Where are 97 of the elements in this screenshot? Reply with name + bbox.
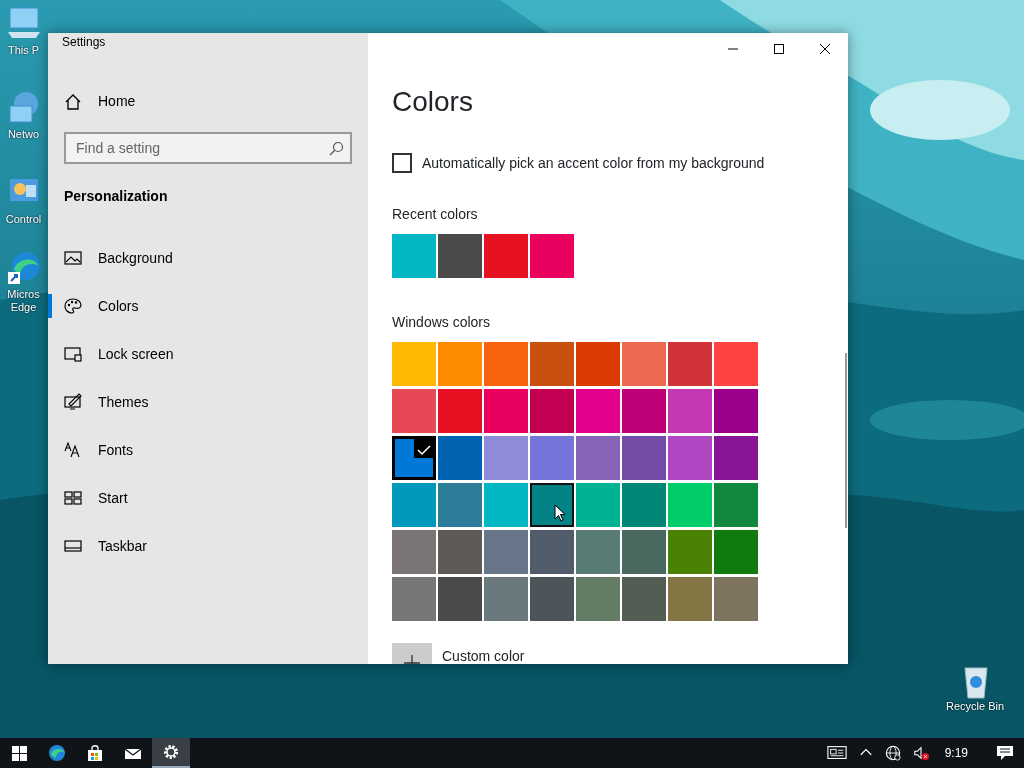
color-swatch[interactable] xyxy=(622,435,666,480)
color-swatch[interactable] xyxy=(668,341,712,386)
color-swatch[interactable] xyxy=(576,482,620,527)
palette-icon xyxy=(64,297,82,315)
color-swatch[interactable] xyxy=(392,435,436,480)
color-swatch[interactable] xyxy=(668,529,712,574)
color-swatch[interactable] xyxy=(484,388,528,433)
clock[interactable]: 9:19 xyxy=(934,744,978,762)
color-swatch[interactable] xyxy=(438,388,482,433)
home-icon xyxy=(64,92,82,111)
color-swatch[interactable] xyxy=(438,576,482,621)
color-swatch[interactable] xyxy=(576,341,620,386)
monitor-brush-icon xyxy=(64,393,82,411)
color-swatch[interactable] xyxy=(392,233,436,278)
color-swatch[interactable] xyxy=(622,576,666,621)
color-swatch[interactable] xyxy=(438,233,482,278)
cursor-icon xyxy=(554,503,567,522)
color-swatch[interactable] xyxy=(668,576,712,621)
color-swatch[interactable] xyxy=(668,482,712,527)
color-swatch[interactable] xyxy=(714,388,758,433)
color-swatch[interactable] xyxy=(668,388,712,433)
icon-label: Recycle Bin xyxy=(945,700,1005,714)
scrollbar[interactable] xyxy=(845,353,847,528)
color-swatch[interactable] xyxy=(484,341,528,386)
color-swatch[interactable] xyxy=(484,529,528,574)
color-swatch[interactable] xyxy=(392,529,436,574)
icon-label: Control xyxy=(5,213,42,227)
color-swatch[interactable] xyxy=(484,482,528,527)
color-swatch[interactable] xyxy=(392,388,436,433)
news-icon xyxy=(826,744,847,762)
color-swatch[interactable] xyxy=(622,529,666,574)
section-heading: Personalization xyxy=(64,187,169,206)
color-swatch[interactable] xyxy=(438,435,482,480)
search-field[interactable]: Find a setting xyxy=(64,132,352,164)
checkbox-label: Automatically pick an accent color from my background xyxy=(422,153,765,173)
shopping-bag-icon xyxy=(86,744,104,762)
search-icon xyxy=(329,141,344,156)
nav-item[interactable]: Lock screen xyxy=(48,330,352,378)
picture-icon xyxy=(64,249,82,267)
color-swatch[interactable] xyxy=(530,529,574,574)
browser-icon xyxy=(48,744,66,762)
globe-icon xyxy=(884,744,901,762)
color-swatch[interactable] xyxy=(530,233,574,278)
color-swatch[interactable] xyxy=(576,576,620,621)
page-heading: Colors xyxy=(392,85,474,119)
taskbar-button[interactable] xyxy=(152,738,190,768)
custom-color-label: Custom color xyxy=(442,646,525,664)
icon-label: Netwo xyxy=(7,128,40,142)
taskbar-icon xyxy=(64,537,82,555)
nav-item[interactable]: Background xyxy=(48,234,352,282)
color-swatch[interactable] xyxy=(714,341,758,386)
section-label: Windows colors xyxy=(392,312,492,332)
close-icon xyxy=(820,44,830,54)
color-swatch[interactable] xyxy=(622,482,666,527)
color-swatch[interactable] xyxy=(622,341,666,386)
monitor-lock-icon xyxy=(64,345,82,363)
muted-speaker-icon xyxy=(912,744,929,762)
color-swatch[interactable] xyxy=(622,388,666,433)
message-icon xyxy=(996,744,1014,762)
letters-icon xyxy=(64,441,82,459)
color-swatch[interactable] xyxy=(438,341,482,386)
nav-item[interactable]: Start xyxy=(48,474,352,522)
color-swatch[interactable] xyxy=(530,388,574,433)
nav-item[interactable]: Themes xyxy=(48,378,352,426)
home-link[interactable]: Home xyxy=(64,91,352,112)
color-swatch[interactable] xyxy=(392,341,436,386)
color-swatch[interactable] xyxy=(484,576,528,621)
windows-icon xyxy=(11,745,27,761)
color-swatch[interactable] xyxy=(714,435,758,480)
nav-item[interactable]: Taskbar xyxy=(48,522,352,570)
section-label: Recent colors xyxy=(392,204,479,224)
color-swatch[interactable] xyxy=(530,341,574,386)
icon-label: This P xyxy=(7,44,40,58)
nav-item[interactable]: Colors xyxy=(48,282,352,330)
color-swatch[interactable] xyxy=(530,482,574,527)
color-swatch[interactable] xyxy=(484,233,528,278)
maximize-icon xyxy=(774,44,784,54)
color-swatch[interactable] xyxy=(530,435,574,480)
color-swatch[interactable] xyxy=(392,576,436,621)
color-swatch[interactable] xyxy=(392,482,436,527)
color-swatch[interactable] xyxy=(576,388,620,433)
color-swatch[interactable] xyxy=(576,529,620,574)
tiles-icon xyxy=(64,489,82,507)
color-swatch[interactable] xyxy=(438,482,482,527)
nav-item[interactable]: Fonts xyxy=(48,426,352,474)
color-swatch[interactable] xyxy=(668,435,712,480)
color-swatch[interactable] xyxy=(714,529,758,574)
color-swatch[interactable] xyxy=(484,435,528,480)
settings-icon xyxy=(162,743,180,761)
color-swatch[interactable] xyxy=(576,435,620,480)
color-swatch[interactable] xyxy=(530,576,574,621)
color-swatch[interactable] xyxy=(714,482,758,527)
color-swatch[interactable] xyxy=(438,529,482,574)
window-title: Settings xyxy=(62,34,107,51)
checkbox[interactable] xyxy=(392,153,412,174)
color-swatch[interactable] xyxy=(714,576,758,621)
icon-label: Micros Edge xyxy=(6,288,41,315)
